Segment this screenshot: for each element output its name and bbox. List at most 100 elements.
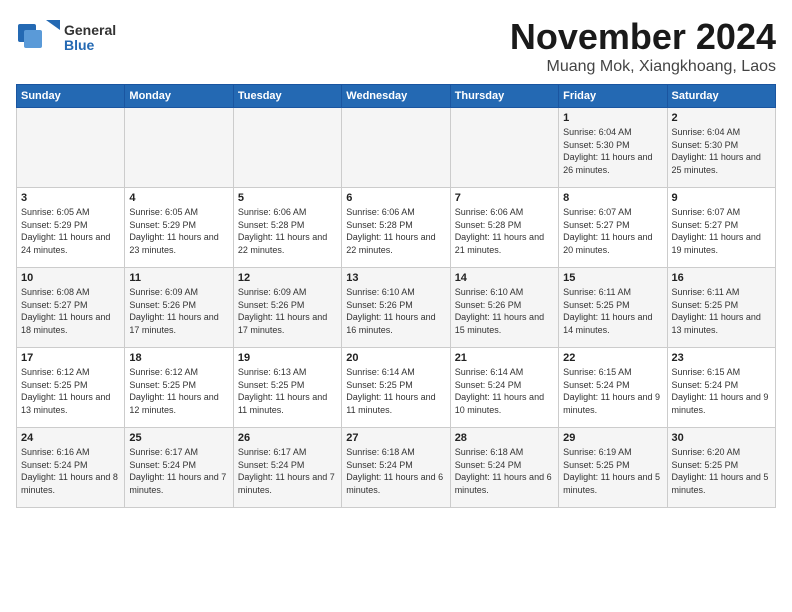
day-header-thursday: Thursday: [450, 85, 558, 108]
day-header-saturday: Saturday: [667, 85, 775, 108]
day-info: Sunrise: 6:06 AM Sunset: 5:28 PM Dayligh…: [238, 206, 337, 256]
day-info: Sunrise: 6:17 AM Sunset: 5:24 PM Dayligh…: [129, 446, 228, 496]
day-number: 9: [672, 192, 771, 204]
calendar-cell: 7 Sunrise: 6:06 AM Sunset: 5:28 PM Daylig…: [450, 188, 558, 268]
day-header-friday: Friday: [559, 85, 667, 108]
calendar-week-5: 24 Sunrise: 6:16 AM Sunset: 5:24 PM Dayli…: [17, 428, 776, 508]
day-number: 22: [563, 352, 662, 364]
calendar-cell: 22 Sunrise: 6:15 AM Sunset: 5:24 PM Dayli…: [559, 348, 667, 428]
calendar-cell: 10 Sunrise: 6:08 AM Sunset: 5:27 PM Dayli…: [17, 268, 125, 348]
calendar-cell: [450, 108, 558, 188]
day-info: Sunrise: 6:14 AM Sunset: 5:25 PM Dayligh…: [346, 366, 445, 416]
day-info: Sunrise: 6:09 AM Sunset: 5:26 PM Dayligh…: [238, 286, 337, 336]
day-number: 19: [238, 352, 337, 364]
day-info: Sunrise: 6:12 AM Sunset: 5:25 PM Dayligh…: [129, 366, 228, 416]
calendar-cell: 25 Sunrise: 6:17 AM Sunset: 5:24 PM Dayli…: [125, 428, 233, 508]
day-number: 25: [129, 432, 228, 444]
calendar-cell: [342, 108, 450, 188]
day-info: Sunrise: 6:08 AM Sunset: 5:27 PM Dayligh…: [21, 286, 120, 336]
day-number: 13: [346, 272, 445, 284]
page-header: General Blue November 2024 Muang Mok, Xi…: [16, 16, 776, 76]
calendar-cell: 30 Sunrise: 6:20 AM Sunset: 5:25 PM Dayli…: [667, 428, 775, 508]
day-number: 1: [563, 112, 662, 124]
day-info: Sunrise: 6:17 AM Sunset: 5:24 PM Dayligh…: [238, 446, 337, 496]
title-section: November 2024 Muang Mok, Xiangkhoang, La…: [510, 16, 776, 76]
calendar-cell: [125, 108, 233, 188]
day-info: Sunrise: 6:10 AM Sunset: 5:26 PM Dayligh…: [455, 286, 554, 336]
logo: General Blue: [16, 16, 116, 60]
day-number: 8: [563, 192, 662, 204]
day-header-sunday: Sunday: [17, 85, 125, 108]
day-number: 21: [455, 352, 554, 364]
calendar-cell: 23 Sunrise: 6:15 AM Sunset: 5:24 PM Dayli…: [667, 348, 775, 428]
day-number: 15: [563, 272, 662, 284]
day-info: Sunrise: 6:15 AM Sunset: 5:24 PM Dayligh…: [672, 366, 771, 416]
day-info: Sunrise: 6:07 AM Sunset: 5:27 PM Dayligh…: [672, 206, 771, 256]
location-title: Muang Mok, Xiangkhoang, Laos: [510, 58, 776, 76]
day-number: 30: [672, 432, 771, 444]
calendar-cell: 12Sunrise: 6:09 AM Sunset: 5:26 PM Dayli…: [233, 268, 341, 348]
day-number: 3: [21, 192, 120, 204]
calendar-cell: 16Sunrise: 6:11 AM Sunset: 5:25 PM Dayli…: [667, 268, 775, 348]
calendar-cell: 21 Sunrise: 6:14 AM Sunset: 5:24 PM Dayli…: [450, 348, 558, 428]
day-info: Sunrise: 6:20 AM Sunset: 5:25 PM Dayligh…: [672, 446, 771, 496]
logo-blue: Blue: [64, 37, 94, 53]
day-number: 14: [455, 272, 554, 284]
calendar-cell: 18 Sunrise: 6:12 AM Sunset: 5:25 PM Dayli…: [125, 348, 233, 428]
day-number: 24: [21, 432, 120, 444]
day-number: 4: [129, 192, 228, 204]
day-number: 20: [346, 352, 445, 364]
day-number: 23: [672, 352, 771, 364]
day-header-monday: Monday: [125, 85, 233, 108]
day-info: Sunrise: 6:14 AM Sunset: 5:24 PM Dayligh…: [455, 366, 554, 416]
day-info: Sunrise: 6:15 AM Sunset: 5:24 PM Dayligh…: [563, 366, 662, 416]
calendar-cell: 15 Sunrise: 6:11 AM Sunset: 5:25 PM Dayli…: [559, 268, 667, 348]
calendar-cell: 8 Sunrise: 6:07 AM Sunset: 5:27 PM Daylig…: [559, 188, 667, 268]
day-number: 11: [129, 272, 228, 284]
day-number: 6: [346, 192, 445, 204]
day-number: 17: [21, 352, 120, 364]
calendar-cell: 2 Sunrise: 6:04 AM Sunset: 5:30 PM Daylig…: [667, 108, 775, 188]
calendar-cell: 3 Sunrise: 6:05 AM Sunset: 5:29 PM Daylig…: [17, 188, 125, 268]
calendar-table: SundayMondayTuesdayWednesdayThursdayFrid…: [16, 84, 776, 508]
day-header-tuesday: Tuesday: [233, 85, 341, 108]
day-info: Sunrise: 6:05 AM Sunset: 5:29 PM Dayligh…: [129, 206, 228, 256]
calendar-cell: 28Sunrise: 6:18 AM Sunset: 5:24 PM Dayli…: [450, 428, 558, 508]
calendar-week-1: 1 Sunrise: 6:04 AM Sunset: 5:30 PM Daylig…: [17, 108, 776, 188]
day-info: Sunrise: 6:16 AM Sunset: 5:24 PM Dayligh…: [21, 446, 120, 496]
calendar-cell: 20 Sunrise: 6:14 AM Sunset: 5:25 PM Dayli…: [342, 348, 450, 428]
day-number: 18: [129, 352, 228, 364]
calendar-cell: 9 Sunrise: 6:07 AM Sunset: 5:27 PM Daylig…: [667, 188, 775, 268]
calendar-cell: 11 Sunrise: 6:09 AM Sunset: 5:26 PM Dayli…: [125, 268, 233, 348]
calendar-cell: 1 Sunrise: 6:04 AM Sunset: 5:30 PM Daylig…: [559, 108, 667, 188]
calendar-cell: 26 Sunrise: 6:17 AM Sunset: 5:24 PM Dayli…: [233, 428, 341, 508]
day-number: 2: [672, 112, 771, 124]
calendar-week-3: 10 Sunrise: 6:08 AM Sunset: 5:27 PM Dayli…: [17, 268, 776, 348]
day-info: Sunrise: 6:18 AM Sunset: 5:24 PM Dayligh…: [346, 446, 445, 496]
calendar-header-row: SundayMondayTuesdayWednesdayThursdayFrid…: [17, 85, 776, 108]
calendar-body: 1 Sunrise: 6:04 AM Sunset: 5:30 PM Daylig…: [17, 108, 776, 508]
month-title: November 2024: [510, 16, 776, 58]
calendar-cell: 5Sunrise: 6:06 AM Sunset: 5:28 PM Daylig…: [233, 188, 341, 268]
day-info: Sunrise: 6:06 AM Sunset: 5:28 PM Dayligh…: [346, 206, 445, 256]
day-info: Sunrise: 6:19 AM Sunset: 5:25 PM Dayligh…: [563, 446, 662, 496]
day-info: Sunrise: 6:13 AM Sunset: 5:25 PM Dayligh…: [238, 366, 337, 416]
day-info: Sunrise: 6:11 AM Sunset: 5:25 PM Dayligh…: [563, 286, 662, 336]
logo-general: General: [64, 22, 116, 38]
day-info: Sunrise: 6:04 AM Sunset: 5:30 PM Dayligh…: [672, 126, 771, 176]
calendar-cell: 4 Sunrise: 6:05 AM Sunset: 5:29 PM Daylig…: [125, 188, 233, 268]
day-number: 29: [563, 432, 662, 444]
calendar-cell: 14 Sunrise: 6:10 AM Sunset: 5:26 PM Dayli…: [450, 268, 558, 348]
day-info: Sunrise: 6:06 AM Sunset: 5:28 PM Dayligh…: [455, 206, 554, 256]
calendar-cell: 13Sunrise: 6:10 AM Sunset: 5:26 PM Dayli…: [342, 268, 450, 348]
day-info: Sunrise: 6:05 AM Sunset: 5:29 PM Dayligh…: [21, 206, 120, 256]
day-number: 26: [238, 432, 337, 444]
day-info: Sunrise: 6:09 AM Sunset: 5:26 PM Dayligh…: [129, 286, 228, 336]
day-info: Sunrise: 6:07 AM Sunset: 5:27 PM Dayligh…: [563, 206, 662, 256]
day-number: 10: [21, 272, 120, 284]
day-header-wednesday: Wednesday: [342, 85, 450, 108]
day-info: Sunrise: 6:04 AM Sunset: 5:30 PM Dayligh…: [563, 126, 662, 176]
day-number: 7: [455, 192, 554, 204]
day-number: 28: [455, 432, 554, 444]
calendar-cell: 24 Sunrise: 6:16 AM Sunset: 5:24 PM Dayli…: [17, 428, 125, 508]
